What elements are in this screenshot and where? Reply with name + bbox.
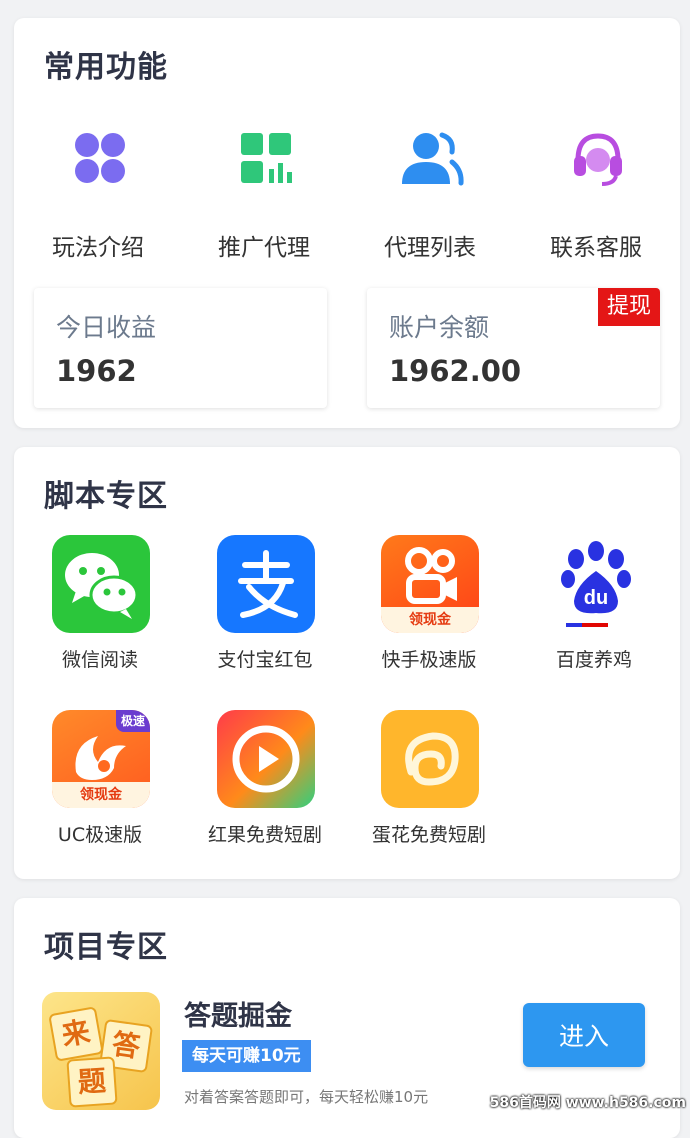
func-item-promote[interactable]: 推广代理 (194, 130, 334, 270)
func-item-agent-list[interactable]: 代理列表 (360, 130, 500, 270)
app-label: 百度养鸡 (555, 649, 632, 671)
app-label: 蛋花免费短剧 (371, 824, 486, 846)
baidu-logo-text: du (583, 587, 609, 609)
hongguo-icon (217, 710, 315, 808)
balance-label: 账户余额 (389, 313, 490, 342)
withdraw-button[interactable]: 提现 (598, 288, 660, 326)
func-label: 推广代理 (218, 235, 310, 261)
app-alipay[interactable]: 支付宝红包 (185, 535, 345, 675)
quiz-thumbnail[interactable]: 来 答 题 (42, 992, 160, 1110)
thumb-char: 题 (66, 1056, 118, 1108)
func-label: 代理列表 (384, 235, 476, 261)
app-label: 快手极速版 (381, 649, 477, 671)
app-baidu-chicken[interactable]: du 百度养鸡 (514, 535, 674, 675)
kuaishou-icon: 领现金 (381, 535, 479, 633)
app-label: UC极速版 (57, 824, 143, 846)
func-label: 联系客服 (550, 235, 642, 261)
earnings-badge: 每天可赚10元 (182, 1040, 311, 1072)
app-hongguo[interactable]: 红果免费短剧 (185, 710, 345, 850)
uc-icon: 极速 领现金 (52, 710, 150, 808)
today-income-value: 1962 (56, 354, 137, 388)
section-title: 常用功能 (44, 50, 168, 85)
app-wechat-read[interactable]: 微信阅读 (20, 535, 180, 675)
func-label: 玩法介绍 (52, 235, 144, 261)
baidu-icon: du (546, 535, 644, 633)
today-income-label: 今日收益 (56, 313, 157, 342)
section-title: 项目专区 (44, 930, 168, 965)
app-kuaishou[interactable]: 领现金 快手极速版 (349, 535, 509, 675)
bar-grid-icon (241, 133, 292, 183)
func-item-support[interactable]: 联系客服 (526, 130, 666, 270)
project-name: 答题掘金 (184, 1001, 292, 1032)
today-income-box: 今日收益 1962 (34, 288, 327, 408)
wechat-icon (52, 535, 150, 633)
kuaishou-badge: 领现金 (381, 607, 479, 633)
uc-corner-badge: 极速 (116, 710, 150, 732)
section-title: 脚本专区 (44, 479, 168, 514)
danhua-icon (381, 710, 479, 808)
watermark: 586首码网 www.h586.com (489, 1095, 686, 1111)
script-zone-card: 脚本专区 微信阅读 支付宝红包 领现金 快手极速版 du 百度养鸡 极速 领现金… (14, 447, 680, 879)
app-label: 微信阅读 (61, 649, 138, 671)
app-label: 支付宝红包 (217, 649, 313, 671)
app-danhua[interactable]: 蛋花免费短剧 (349, 710, 509, 850)
project-description: 对着答案答题即可，每天轻松赚10元 (184, 1088, 429, 1106)
grid-icon (75, 133, 125, 183)
app-uc-speed[interactable]: 极速 领现金 UC极速版 (20, 710, 180, 850)
alipay-icon (217, 535, 315, 633)
users-icon (402, 132, 464, 186)
headset-icon (574, 133, 622, 186)
app-label: 红果免费短剧 (207, 824, 322, 846)
uc-badge: 领现金 (52, 782, 150, 808)
common-functions-card: 常用功能 玩法介绍 推广代理 代理列表 联系客服 今日收益 1962 账户余额 … (14, 18, 680, 428)
balance-value: 1962.00 (389, 354, 522, 388)
func-item-intro[interactable]: 玩法介绍 (28, 130, 168, 270)
balance-box: 账户余额 1962.00 提现 (367, 288, 660, 408)
enter-button[interactable]: 进入 (523, 1003, 645, 1067)
thumb-char: 来 (48, 1006, 104, 1062)
